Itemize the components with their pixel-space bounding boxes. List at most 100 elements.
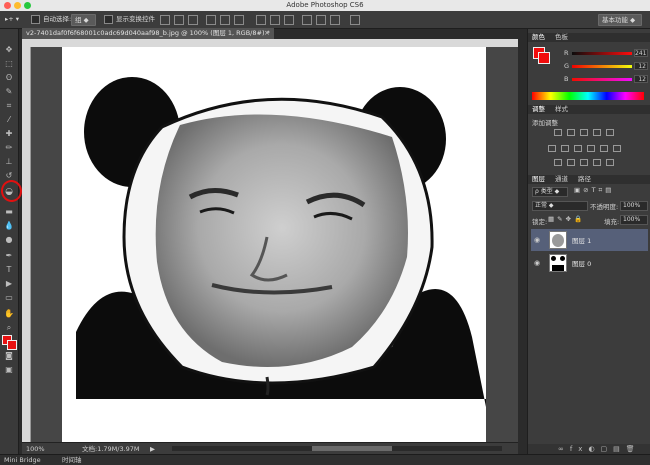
- show-transform-label: 显示变换控件: [116, 15, 155, 23]
- brush-tool-icon[interactable]: ✏: [4, 143, 14, 153]
- exposure-icon[interactable]: [593, 129, 601, 136]
- background-color-chip[interactable]: [538, 52, 550, 64]
- blend-mode-dropdown[interactable]: 正常 ◆: [532, 201, 588, 211]
- distribute-bottom-icon[interactable]: [284, 15, 294, 25]
- channel-b-value[interactable]: 12: [634, 75, 648, 83]
- close-tab-icon[interactable]: ×: [264, 29, 270, 37]
- align-right-icon[interactable]: [234, 15, 244, 25]
- color-panel-tabs: 颜色 色板: [528, 33, 650, 42]
- color-spectrum-bar[interactable]: [532, 92, 644, 100]
- blur-tool-icon[interactable]: 💧: [4, 221, 14, 231]
- fill-field[interactable]: 100%: [620, 215, 648, 225]
- show-transform-checkbox[interactable]: 显示变换控件: [104, 14, 155, 24]
- crop-tool-icon[interactable]: ⌗: [4, 101, 14, 111]
- document-title: v2-7401daf0f6f68001c0adc69d040aaf98_b.jp…: [26, 29, 270, 37]
- layer-1-name[interactable]: 图层 1: [572, 235, 591, 245]
- healing-brush-tool-icon[interactable]: ✚: [4, 129, 14, 139]
- black-white-icon[interactable]: [574, 145, 582, 152]
- fill-value: 100%: [623, 216, 641, 223]
- dodge-tool-icon[interactable]: ●: [4, 235, 14, 245]
- levels-icon[interactable]: [567, 129, 575, 136]
- move-tool-preset-icon[interactable]: ▸+ ▾: [5, 14, 19, 24]
- options-bar: ▸+ ▾ 自动选择: 组 ◆ 显示变换控件 基本功能 ◆: [0, 11, 650, 29]
- tab-paths[interactable]: 路径: [578, 175, 591, 183]
- layers-panel-tabs: 图层 通道 路径: [528, 175, 650, 184]
- scrollbar-thumb[interactable]: [312, 446, 392, 451]
- layer-row-0[interactable]: ◉ 图层 0: [531, 252, 648, 274]
- eyedropper-tool-icon[interactable]: ⁄: [4, 115, 14, 125]
- pen-tool-icon[interactable]: ✒: [4, 251, 14, 261]
- layer-0-name[interactable]: 图层 0: [572, 258, 591, 268]
- gradient-tool-icon[interactable]: ▬: [4, 207, 14, 217]
- channel-b-slider[interactable]: [572, 78, 632, 81]
- type-tool-icon[interactable]: T: [4, 265, 14, 275]
- photo-filter-icon[interactable]: [587, 145, 595, 152]
- hue-saturation-icon[interactable]: [548, 145, 556, 152]
- auto-select-value: 组: [75, 16, 82, 24]
- background-color-swatch[interactable]: [7, 340, 17, 350]
- align-bottom-icon[interactable]: [188, 15, 198, 25]
- selective-color-icon[interactable]: [593, 159, 601, 166]
- curves-icon[interactable]: [580, 129, 588, 136]
- auto-select-checkbox[interactable]: 自动选择:: [31, 14, 71, 24]
- visibility-eye-icon[interactable]: ◉: [534, 236, 540, 244]
- move-tool-icon[interactable]: ✥: [4, 45, 14, 55]
- posterize-icon[interactable]: [567, 159, 575, 166]
- screen-mode-icon[interactable]: ▣: [4, 365, 14, 375]
- layer-filter-icons[interactable]: ▣⊘T⌗▤: [574, 186, 614, 195]
- quick-mask-icon[interactable]: ◙: [4, 351, 14, 361]
- distribute-left-icon[interactable]: [302, 15, 312, 25]
- align-vcenter-icon[interactable]: [174, 15, 184, 25]
- path-select-tool-icon[interactable]: ▶: [4, 279, 14, 289]
- tab-adjustments[interactable]: 调整: [532, 105, 545, 113]
- distribute-hcenter-icon[interactable]: [316, 15, 326, 25]
- auto-align-icon[interactable]: [350, 15, 360, 25]
- quick-select-tool-icon[interactable]: ✎: [4, 87, 14, 97]
- tab-styles[interactable]: 样式: [555, 105, 568, 113]
- channel-r-value[interactable]: 241: [634, 49, 648, 57]
- distribute-top-icon[interactable]: [256, 15, 266, 25]
- workspace-dropdown[interactable]: 基本功能 ◆: [598, 14, 643, 26]
- adjustments-heading: 添加调整: [532, 119, 558, 127]
- channel-g-value[interactable]: 12: [634, 62, 648, 70]
- align-left-icon[interactable]: [206, 15, 216, 25]
- clone-stamp-tool-icon[interactable]: ⊥: [4, 157, 14, 167]
- hand-tool-icon[interactable]: ✋: [4, 309, 14, 319]
- vibrance-icon[interactable]: [606, 129, 614, 136]
- channel-mixer-icon[interactable]: [600, 145, 608, 152]
- invert-icon[interactable]: [554, 159, 562, 166]
- threshold-icon[interactable]: [580, 159, 588, 166]
- align-hcenter-icon[interactable]: [220, 15, 230, 25]
- opacity-field[interactable]: 100%: [620, 201, 648, 211]
- tab-layers[interactable]: 图层: [532, 175, 545, 183]
- visibility-eye-icon[interactable]: ◉: [534, 259, 540, 267]
- lock-label: 锁定:: [532, 218, 548, 226]
- adjustments-panel-tabs: 调整 样式: [528, 105, 650, 114]
- lock-icons[interactable]: ▦✎✥🔒: [548, 215, 585, 223]
- channel-r-slider[interactable]: [572, 52, 632, 55]
- horizontal-scrollbar[interactable]: [172, 446, 502, 451]
- tab-swatches[interactable]: 色板: [555, 33, 568, 41]
- layers-footer-icons[interactable]: ∞fx◐▢▤🗑: [528, 444, 650, 454]
- auto-select-dropdown[interactable]: 组 ◆: [71, 14, 96, 26]
- lasso-tool-icon[interactable]: ʘ: [4, 73, 14, 83]
- marquee-tool-icon[interactable]: ⬚: [4, 59, 14, 69]
- layer-row-1[interactable]: ◉ 图层 1: [531, 229, 648, 251]
- zoom-tool-icon[interactable]: ⌕: [4, 323, 14, 333]
- brightness-contrast-icon[interactable]: [554, 129, 562, 136]
- shape-tool-icon[interactable]: ▭: [4, 293, 14, 303]
- distribute-vcenter-icon[interactable]: [270, 15, 280, 25]
- tab-color[interactable]: 颜色: [532, 33, 545, 41]
- color-balance-icon[interactable]: [561, 145, 569, 152]
- opacity-value: 100%: [623, 202, 641, 209]
- tab-channels[interactable]: 通道: [555, 175, 568, 183]
- layer-filter-dropdown[interactable]: ρ 类型 ◆: [532, 187, 568, 197]
- channel-g-slider[interactable]: [572, 65, 632, 68]
- distribute-right-icon[interactable]: [330, 15, 340, 25]
- color-lookup-icon[interactable]: [613, 145, 621, 152]
- document-image[interactable]: [62, 47, 486, 442]
- gradient-map-icon[interactable]: [606, 159, 614, 166]
- document-tab[interactable]: v2-7401daf0f6f68001c0adc69d040aaf98_b.jp…: [22, 28, 274, 39]
- layer-filter-value: 类型: [540, 188, 553, 195]
- align-top-icon[interactable]: [160, 15, 170, 25]
